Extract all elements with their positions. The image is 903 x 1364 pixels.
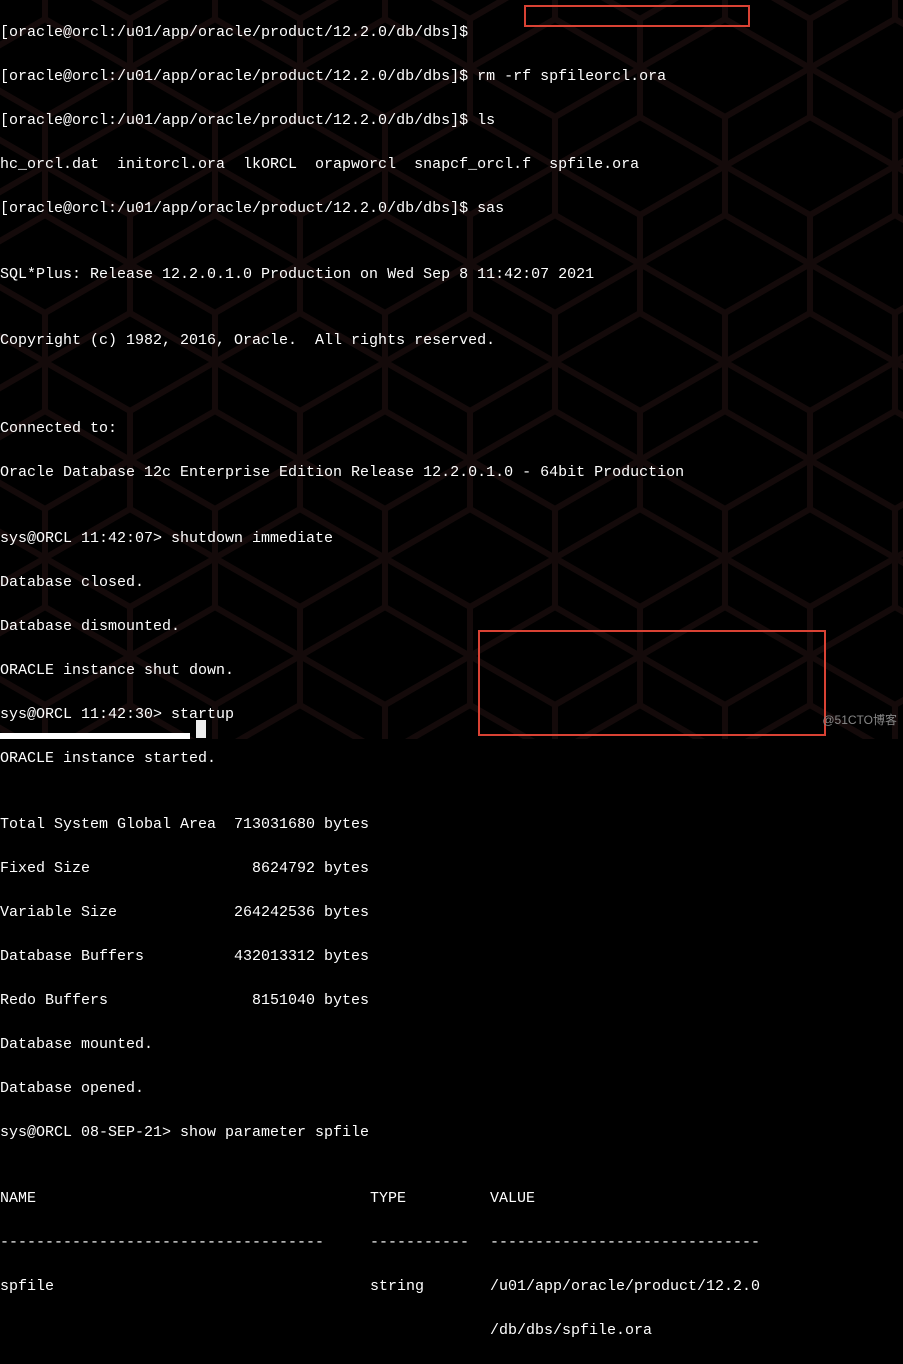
fixed-size: Fixed Size 8624792 bytes (0, 858, 903, 880)
sql-line-show-param: sys@ORCL 08-SEP-21> show parameter spfil… (0, 1122, 903, 1144)
db-buffers: Database Buffers 432013312 bytes (0, 946, 903, 968)
sql-prompt: sys@ORCL 11:42:07> (0, 530, 171, 547)
shell-line-ls: [oracle@orcl:/u01/app/oracle/product/12.… (0, 110, 903, 132)
cell-value-l1: /u01/app/oracle/product/12.2.0 (490, 1276, 760, 1298)
watermark-text: @51CTO博客 (822, 709, 897, 731)
shell-line-rm: [oracle@orcl:/u01/app/oracle/product/12.… (0, 66, 903, 88)
col-type: TYPE (370, 1188, 490, 1210)
redo-buffers: Redo Buffers 8151040 bytes (0, 990, 903, 1012)
cell-type: string (370, 1276, 490, 1298)
table-row-cont: /db/dbs/spfile.ora (0, 1320, 903, 1342)
prev-cmd-line: [oracle@orcl:/u01/app/oracle/product/12.… (0, 22, 903, 44)
out-db-closed: Database closed. (0, 572, 903, 594)
cmd-sas: sas (477, 200, 504, 217)
sqlplus-banner: SQL*Plus: Release 12.2.0.1.0 Production … (0, 264, 903, 286)
sql-prompt: sys@ORCL 11:42:30> (0, 706, 171, 723)
copyright-line: Copyright (c) 1982, 2016, Oracle. All ri… (0, 330, 903, 352)
dash-type: ----------- (370, 1232, 490, 1254)
bottom-white-strip (0, 733, 190, 739)
dash-name: ------------------------------------ (0, 1232, 370, 1254)
ls-output: hc_orcl.dat initorcl.ora lkORCL orapworc… (0, 154, 903, 176)
terminal-output: [oracle@orcl:/u01/app/oracle/product/12.… (0, 0, 903, 1364)
db-mounted: Database mounted. (0, 1034, 903, 1056)
sql-prompt: sys@ORCL 08-SEP-21> (0, 1124, 180, 1141)
cmd-rm: rm -rf spfileorcl.ora (477, 68, 666, 85)
out-instance-started: ORACLE instance started. (0, 748, 903, 770)
shell-prompt: [oracle@orcl:/u01/app/oracle/product/12.… (0, 68, 468, 85)
db-opened: Database opened. (0, 1078, 903, 1100)
connected-to: Connected to: (0, 418, 903, 440)
table-row: spfilestring/u01/app/oracle/product/12.2… (0, 1276, 903, 1298)
out-instance-shutdown: ORACLE instance shut down. (0, 660, 903, 682)
shell-prompt: [oracle@orcl:/u01/app/oracle/product/12.… (0, 200, 468, 217)
cmd-ls: ls (477, 112, 495, 129)
cmd-show-parameter: show parameter spfile (180, 1124, 369, 1141)
col-name: NAME (0, 1188, 370, 1210)
cell-name: spfile (0, 1276, 370, 1298)
db-edition: Oracle Database 12c Enterprise Edition R… (0, 462, 903, 484)
sql-line-startup: sys@ORCL 11:42:30> startup (0, 704, 903, 726)
shell-prompt: [oracle@orcl:/u01/app/oracle/product/12.… (0, 112, 468, 129)
sql-line-shutdown: sys@ORCL 11:42:07> shutdown immediate (0, 528, 903, 550)
table-header: NAMETYPEVALUE (0, 1188, 903, 1210)
table-separator: ----------------------------------------… (0, 1232, 903, 1254)
cursor-icon (196, 720, 206, 738)
variable-size: Variable Size 264242536 bytes (0, 902, 903, 924)
dash-value: ------------------------------ (490, 1232, 760, 1254)
shell-line-sas: [oracle@orcl:/u01/app/oracle/product/12.… (0, 198, 903, 220)
cmd-shutdown: shutdown immediate (171, 530, 333, 547)
cell-value-l2: /db/dbs/spfile.ora (490, 1320, 652, 1342)
out-db-dismounted: Database dismounted. (0, 616, 903, 638)
sga-line: Total System Global Area 713031680 bytes (0, 814, 903, 836)
col-value: VALUE (490, 1188, 535, 1210)
